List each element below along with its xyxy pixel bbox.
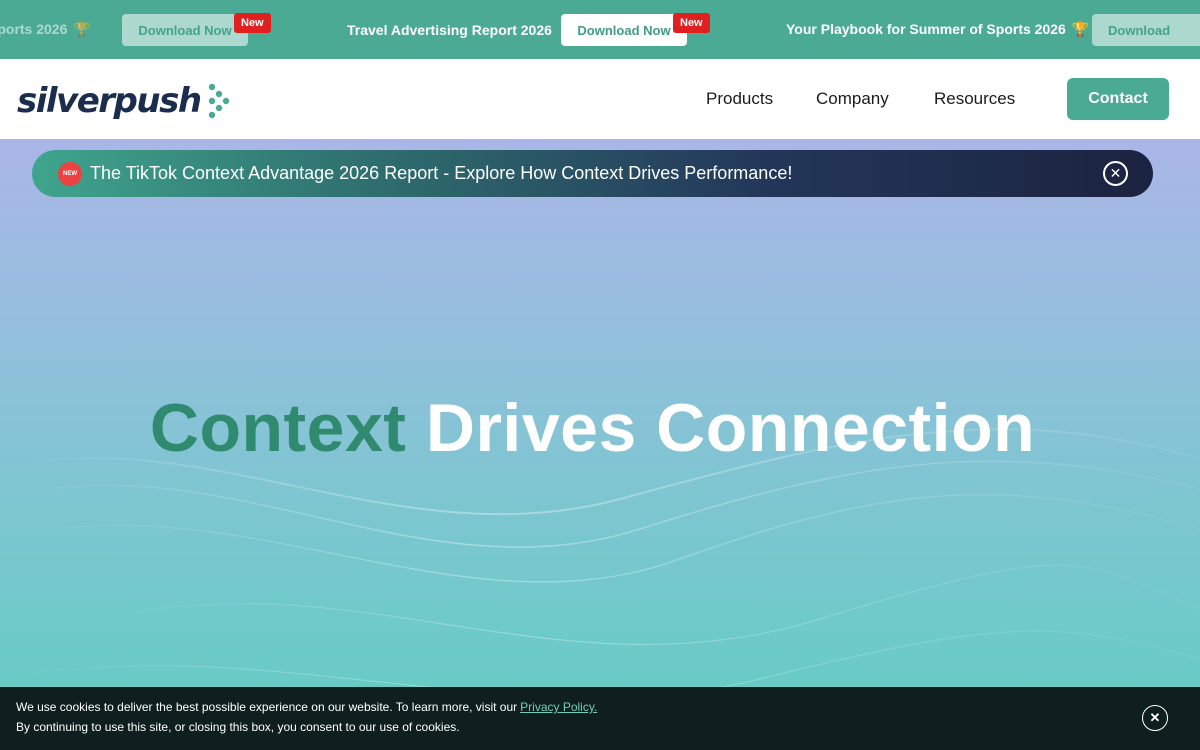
hero-title-rest: Drives Connection	[425, 390, 1036, 466]
site-header: silverpush Products Company Resources Co…	[0, 59, 1200, 139]
cookie-message: We use cookies to deliver the best possi…	[16, 700, 518, 714]
ticker-item: Your Playbook for Summer of Sports 2026 🏆	[786, 0, 1089, 59]
hero-title: Context Drives Connection	[0, 389, 1185, 467]
nav-products[interactable]: Products	[706, 59, 773, 139]
nav-link-label: Company	[816, 89, 889, 108]
ticker-item: Sports 2026🏆	[0, 0, 91, 59]
nav-resources[interactable]: Resources	[934, 59, 1015, 139]
cookie-banner: We use cookies to deliver the best possi…	[0, 687, 1200, 750]
new-badge: New	[673, 13, 710, 33]
announcement-text: The TikTok Context Advantage 2026 Report…	[90, 163, 793, 183]
hero-title-highlight: Context	[149, 390, 407, 466]
cookie-text-line1: We use cookies to deliver the best possi…	[16, 700, 597, 714]
ticker-title: Your Playbook for Summer of Sports 2026 🏆	[786, 21, 1090, 37]
logo-wordmark: silverpush	[17, 81, 202, 121]
new-badge: New	[234, 13, 271, 33]
download-button[interactable]: Download	[1092, 14, 1200, 46]
trophy-icon: 🏆	[73, 21, 91, 37]
cookie-text-line2: By continuing to use this site, or closi…	[16, 720, 460, 734]
announcement-bar[interactable]: NEW The TikTok Context Advantage 2026 Re…	[32, 150, 1153, 197]
nav-company[interactable]: Company	[816, 59, 889, 139]
contact-button[interactable]: Contact	[1067, 78, 1169, 120]
close-icon[interactable]: ✕	[1142, 705, 1168, 731]
nav-link-label: Products	[706, 89, 774, 108]
logo-dots-icon	[208, 83, 229, 119]
ticker-title: Travel Advertising Report 2026	[347, 21, 552, 38]
nav-link-label: Resources	[934, 89, 1016, 108]
hero-section: NEW The TikTok Context Advantage 2026 Re…	[0, 139, 1200, 750]
trophy-icon: 🏆	[1071, 21, 1090, 37]
silverpush-logo[interactable]: silverpush	[17, 81, 231, 121]
privacy-policy-link[interactable]: Privacy Policy.	[520, 700, 597, 714]
download-now-button[interactable]: Download Now	[561, 14, 687, 46]
close-circle-icon[interactable]: ✕	[1103, 161, 1128, 186]
promo-ticker: Sports 2026🏆 Download Now New Travel Adv…	[0, 0, 1200, 59]
new-badge-icon: NEW	[58, 162, 82, 186]
ticker-item: Travel Advertising Report 2026	[347, 0, 552, 59]
ticker-title: Sports 2026🏆	[0, 21, 91, 37]
download-now-button[interactable]: Download Now	[122, 14, 248, 46]
